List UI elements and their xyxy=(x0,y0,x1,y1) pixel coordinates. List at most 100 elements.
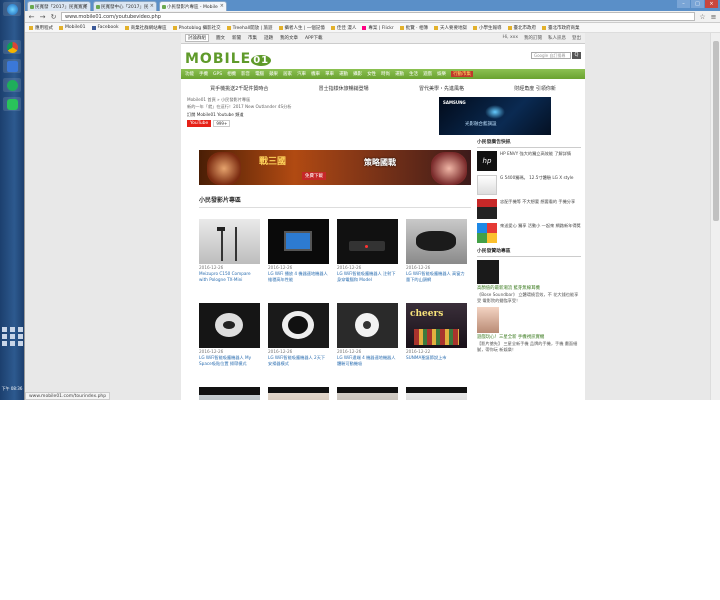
cat-item[interactable]: 蘋果 xyxy=(269,71,278,77)
bookmark-item[interactable]: Mobile01 xyxy=(59,25,86,30)
nav-photo[interactable]: 圖文 xyxy=(216,35,225,41)
cat-item[interactable]: 汽車 xyxy=(297,71,306,77)
video-title[interactable]: SUNMA聖誕節說上市 xyxy=(406,355,467,361)
cat-item[interactable]: 電腦 xyxy=(255,71,264,77)
video-card[interactable]: 2016-12-26 Meizupro C150 Compare with Po… xyxy=(199,219,260,297)
menu-icon[interactable]: ≡ xyxy=(710,13,717,21)
cat-item[interactable]: 運動 xyxy=(339,71,348,77)
bookmark-item[interactable]: 臺北市政府商業 xyxy=(542,25,580,31)
video-thumbnail[interactable] xyxy=(337,303,398,348)
close-icon[interactable]: × xyxy=(150,3,154,9)
video-thumbnail[interactable] xyxy=(268,219,329,264)
bookmark-item[interactable]: Treehall開放 | 旅遊 xyxy=(226,25,273,31)
site-logo[interactable]: MOBILE 01 xyxy=(185,51,272,67)
promo-link[interactable]: 買手機挑送2千配件贊時合 xyxy=(210,85,268,92)
tray-icon[interactable] xyxy=(2,341,7,346)
video-thumbnail[interactable] xyxy=(199,219,260,264)
cat-item[interactable]: 單車 xyxy=(325,71,334,77)
bookmark-item[interactable]: Facebook xyxy=(91,25,119,30)
game-banner-ad[interactable]: 戰三國 免費下載 策略國戰 xyxy=(199,150,471,185)
video-card[interactable]: 2016-12-26 LG WiFi 播放 4 機器速地機器人 維穩高年性能 xyxy=(268,219,329,297)
video-card[interactable]: 2016-12-26 LG WiFi智能吸塵機器人 2天下 安掃器模式 xyxy=(268,303,329,381)
logout-link[interactable]: 登出 xyxy=(572,35,581,41)
tray-icon[interactable] xyxy=(10,327,15,332)
tray-icon[interactable] xyxy=(10,334,15,339)
taskbar-line[interactable] xyxy=(3,97,21,111)
video-title[interactable]: LG WiFi遠端 4 機器速地機器人 體驗可動機吸 xyxy=(337,355,398,366)
cat-item[interactable]: GPS xyxy=(213,72,222,77)
browser-tab[interactable]: 民寬發「2017」民寬寬寬 × xyxy=(27,1,91,11)
taskbar-chrome[interactable] xyxy=(3,40,21,54)
video-title[interactable]: LG WiFi智能吸塵機器人 注射下 身穿電腦和 Model xyxy=(337,271,398,282)
video-thumbnail[interactable] xyxy=(199,387,260,400)
video-card[interactable]: 2016-12-26 LG WiFi智能吸塵機器人 My Space吸貼位置 掃… xyxy=(199,303,260,381)
nav-my-posts[interactable]: 我的文章 xyxy=(280,35,298,41)
bookmark-item[interactable]: 天人要要地獄 xyxy=(434,25,467,31)
cat-item-hot[interactable]: 行動市集 xyxy=(451,71,474,77)
video-thumbnail[interactable] xyxy=(199,303,260,348)
cat-item[interactable]: 功能 xyxy=(185,71,194,77)
bookmark-item[interactable]: 批覽 · 相簿 xyxy=(399,25,428,31)
taskbar-app-blue[interactable] xyxy=(3,59,21,73)
close-window-icon[interactable]: × xyxy=(705,0,718,8)
tray-icon[interactable] xyxy=(18,341,23,346)
back-icon[interactable]: ← xyxy=(28,13,35,21)
video-card[interactable] xyxy=(406,387,467,400)
promo-link[interactable]: 財經角度 引領你新 xyxy=(514,85,556,92)
cat-item[interactable]: 居家 xyxy=(283,71,292,77)
video-thumbnail[interactable] xyxy=(337,219,398,264)
sponsor-feature[interactable]: 遊戲玩心！三星全新 手機視訊實機 【影片搶先】 三星全新手機 品牌的手機，手機 … xyxy=(477,307,581,352)
video-card[interactable]: cheers 2016-12-22 SUNMA聖誕節說上市 xyxy=(406,303,467,381)
video-thumbnail[interactable] xyxy=(337,387,398,400)
bookmark-item[interactable]: 專案 | Flickr xyxy=(362,25,394,31)
user-greeting[interactable]: Hi, xxx xyxy=(503,35,518,41)
video-title[interactable]: LG WiFi智能吸塵機器人 My Space吸貼位置 掃帶模式 xyxy=(199,355,260,366)
bookmark-item[interactable]: 佳佳 漫人 xyxy=(330,25,356,31)
bookmark-item[interactable]: 臺北市政府 xyxy=(507,25,536,31)
bookmark-item[interactable]: 攝者人生 | 一個記憶 xyxy=(278,25,325,31)
search-input[interactable]: Google 自訂搜尋 xyxy=(531,52,571,59)
video-card[interactable] xyxy=(337,387,398,400)
bookmark-item[interactable]: 小學生報導 xyxy=(473,25,502,31)
cat-item[interactable]: 機車 xyxy=(311,71,320,77)
video-card[interactable] xyxy=(268,387,329,400)
sidebar-ad[interactable]: 來送愛心 獨享 活動小 一起來 網路新年得獎 xyxy=(477,223,581,243)
video-thumbnail[interactable] xyxy=(406,219,467,264)
nav-topic[interactable]: 話題 xyxy=(264,35,273,41)
bookmark-item[interactable]: Photoblog 攝影社交 xyxy=(172,25,221,31)
nav-market[interactable]: 市集 xyxy=(248,35,257,41)
video-thumbnail[interactable]: cheers xyxy=(406,303,467,348)
minimize-icon[interactable]: – xyxy=(677,0,690,8)
bookmark-item[interactable]: 應用程式 xyxy=(29,25,53,31)
cat-item[interactable]: 女性 xyxy=(367,71,376,77)
private-messages[interactable]: 私人訊息 xyxy=(548,35,566,41)
video-title[interactable]: Meizupro C150 Compare with Pologne TX-Mi… xyxy=(199,271,260,282)
url-input[interactable]: www.mobile01.com/youtubevideo.php xyxy=(61,12,695,21)
star-icon[interactable]: ☆ xyxy=(699,13,706,21)
sidebar-ad[interactable]: G 5400獨瑪。 12.5寸體驗 LG X style xyxy=(477,175,581,195)
video-thumbnail[interactable] xyxy=(268,303,329,348)
samsung-ad[interactable]: SAMSUNG 光影融合藍調設 xyxy=(439,97,551,135)
video-title[interactable]: LG WiFi智能吸塵機器人 高窗力 量下的山頭網 xyxy=(406,271,467,282)
cat-item[interactable]: 相機 xyxy=(227,71,236,77)
cat-item[interactable]: 娛樂 xyxy=(437,71,446,77)
cat-item[interactable]: 攝影 xyxy=(353,71,362,77)
close-icon[interactable]: × xyxy=(84,3,88,9)
tray-icon[interactable] xyxy=(18,327,23,332)
bookmark-item[interactable]: 商業社群網站專區 xyxy=(124,25,167,31)
close-icon[interactable]: × xyxy=(220,3,224,9)
taskbar-app-green[interactable] xyxy=(3,78,21,92)
search-button[interactable]: Q xyxy=(572,52,581,59)
tray-icon[interactable] xyxy=(10,341,15,346)
video-title[interactable]: LG WiFi 播放 4 機器速地機器人 維穩高年性能 xyxy=(268,271,329,282)
video-thumbnail[interactable] xyxy=(406,387,467,400)
video-card[interactable]: 2016-12-26 LG WiFi智能吸塵機器人 注射下 身穿電腦和 Mode… xyxy=(337,219,398,297)
my-subscriptions[interactable]: 我的訂閱 xyxy=(524,35,542,41)
taskbar-clock[interactable]: 下午 08:36 xyxy=(0,386,24,392)
cat-item[interactable]: 遊戲 xyxy=(423,71,432,77)
cat-item[interactable]: 時尚 xyxy=(381,71,390,77)
browser-tab-active[interactable]: 小民發影片專區 - Mobile × xyxy=(159,1,227,11)
scrollbar-thumb[interactable] xyxy=(713,41,719,221)
cat-item[interactable]: 生活 xyxy=(409,71,418,77)
video-card[interactable] xyxy=(199,387,260,400)
